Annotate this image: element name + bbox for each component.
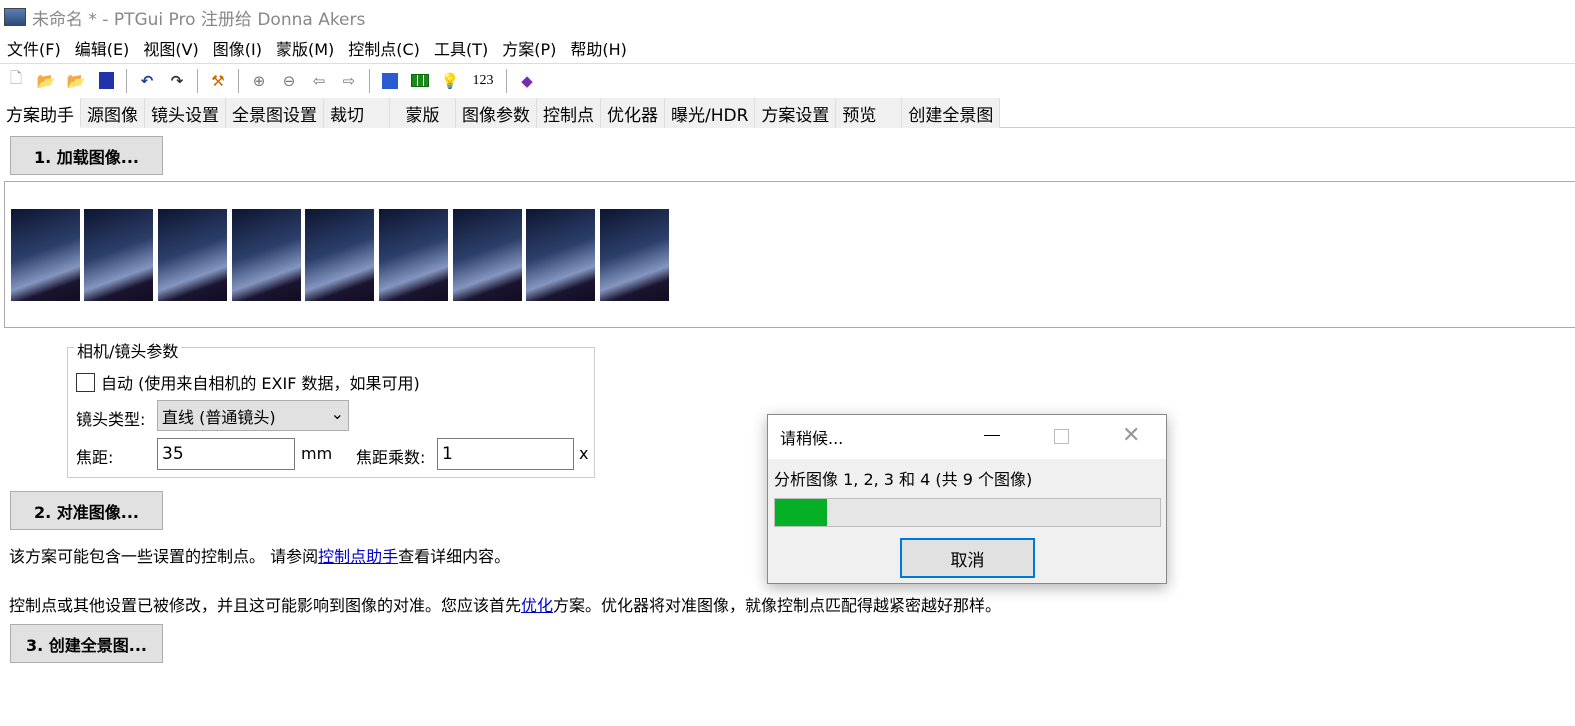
notice-text: 控制点或其他设置已被修改，并且这可能影响到图像的对准。您应该首先 xyxy=(9,596,522,615)
lens-type-value: 直线 (普通镜头) xyxy=(162,408,276,427)
image-thumbnail[interactable] xyxy=(453,209,522,301)
tab-mask[interactable]: 蒙版 xyxy=(390,98,456,128)
create-panorama-button[interactable]: 3. 创建全景图... xyxy=(10,624,163,663)
image-thumbnail[interactable] xyxy=(84,209,153,301)
tab-panorama-settings[interactable]: 全景图设置 xyxy=(226,98,324,128)
focal-length-label: 焦距: xyxy=(76,448,114,467)
app-icon xyxy=(4,8,26,26)
panorama-editor-icon[interactable] xyxy=(380,71,400,91)
tab-exposure-hdr[interactable]: 曝光/HDR xyxy=(665,98,756,128)
tab-crop[interactable]: 裁切 xyxy=(324,98,390,128)
menu-bar: 文件(F) 编辑(E) 视图(V) 图像(I) 蒙版(M) 控制点(C) 工具(… xyxy=(0,34,634,62)
image-thumbnail[interactable] xyxy=(305,209,374,301)
please-wait-dialog: 请稍候... ✕ 分析图像 1, 2, 3 和 4 (共 9 个图像) 取消 xyxy=(767,414,1167,584)
zoom-out-icon[interactable]: ⊖ xyxy=(279,71,299,91)
image-thumbnail[interactable] xyxy=(232,209,301,301)
toolbar-separator xyxy=(197,68,198,93)
arrow-left-icon[interactable]: ⇦ xyxy=(309,71,329,91)
progress-fill xyxy=(775,499,827,526)
multiplier-label: 焦距乘数: xyxy=(356,448,426,467)
tab-bar: 方案助手 源图像 镜头设置 全景图设置 裁切 蒙版 图像参数 控制点 优化器 曝… xyxy=(0,98,1575,128)
dialog-title: 请稍候... xyxy=(780,429,844,448)
menu-view[interactable]: 视图(V) xyxy=(136,36,205,60)
toolbar: 🗋 📂 📂 ↶ ↷ ⚒ ⊕ ⊖ ⇦ ⇨ 💡 123 ◆ xyxy=(0,63,1575,97)
tab-optimizer[interactable]: 优化器 xyxy=(601,98,665,128)
toolbar-separator xyxy=(369,68,370,93)
group-legend: 相机/镜头参数 xyxy=(74,338,182,362)
tab-project-settings[interactable]: 方案设置 xyxy=(755,98,837,128)
notice-text: 方案。优化器将对准图像，就像控制点匹配得越紧密越好那样。 xyxy=(553,596,1002,615)
title-bar: 未命名 * - PTGui Pro 注册给 Donna Akers xyxy=(0,0,1575,34)
maximize-icon xyxy=(1054,429,1069,444)
lens-type-select[interactable]: 直线 (普通镜头) ⌄ xyxy=(157,400,349,431)
save-icon[interactable] xyxy=(96,71,116,91)
control-points-warning: 该方案可能包含一些误置的控制点。 请参阅控制点助手查看详细内容。 xyxy=(9,543,510,567)
new-file-icon[interactable]: 🗋 xyxy=(6,69,26,91)
help-book-icon[interactable]: ◆ xyxy=(517,71,537,91)
auto-checkbox[interactable] xyxy=(76,372,95,392)
image-thumbnail[interactable] xyxy=(379,209,448,301)
progress-message: 分析图像 1, 2, 3 和 4 (共 9 个图像) xyxy=(774,470,1033,489)
table-icon[interactable] xyxy=(410,71,430,91)
menu-tools[interactable]: 工具(T) xyxy=(427,36,495,60)
progress-bar xyxy=(774,498,1161,527)
dialog-title-bar: 请稍候... ✕ xyxy=(768,415,1166,459)
multiplier-unit: x xyxy=(579,444,589,463)
chevron-down-icon: ⌄ xyxy=(330,404,344,423)
tools-icon[interactable]: ⚒ xyxy=(208,71,228,91)
multiplier-input[interactable] xyxy=(437,438,574,470)
undo-icon[interactable]: ↶ xyxy=(137,71,157,91)
image-thumbnail-strip xyxy=(4,181,1575,328)
control-point-assistant-link[interactable]: 控制点助手 xyxy=(318,547,398,566)
image-thumbnail[interactable] xyxy=(11,209,80,301)
tab-source-images[interactable]: 源图像 xyxy=(81,98,145,128)
warning-text: 该方案可能包含一些误置的控制点。 请参阅 xyxy=(9,547,319,566)
arrow-right-icon[interactable]: ⇨ xyxy=(339,71,359,91)
auto-label: 自动 (使用来自相机的 EXIF 数据，如果可用) xyxy=(101,374,420,393)
image-thumbnail[interactable] xyxy=(526,209,595,301)
menu-edit[interactable]: 编辑(E) xyxy=(68,36,137,60)
menu-mask[interactable]: 蒙版(M) xyxy=(269,36,341,60)
open-recent-icon[interactable]: 📂 xyxy=(66,71,86,91)
warning-text: 查看详细内容。 xyxy=(398,547,511,566)
menu-image[interactable]: 图像(I) xyxy=(206,36,269,60)
menu-project[interactable]: 方案(P) xyxy=(495,36,563,60)
toolbar-separator xyxy=(126,68,127,93)
tab-control-points[interactable]: 控制点 xyxy=(537,98,601,128)
tab-project-assistant[interactable]: 方案助手 xyxy=(0,98,81,128)
menu-file[interactable]: 文件(F) xyxy=(0,36,68,60)
optimize-notice: 控制点或其他设置已被修改，并且这可能影响到图像的对准。您应该首先优化方案。优化器… xyxy=(9,592,1001,616)
open-folder-icon[interactable]: 📂 xyxy=(36,71,56,91)
tab-lens-settings[interactable]: 镜头设置 xyxy=(145,98,226,128)
cancel-button[interactable]: 取消 xyxy=(900,538,1035,578)
image-thumbnail[interactable] xyxy=(158,209,227,301)
optimize-link[interactable]: 优化 xyxy=(521,596,553,615)
numbers-icon[interactable]: 123 xyxy=(470,71,496,91)
align-images-button[interactable]: 2. 对准图像... xyxy=(10,491,163,530)
tab-image-parameters[interactable]: 图像参数 xyxy=(456,98,537,128)
zoom-in-icon[interactable]: ⊕ xyxy=(249,71,269,91)
menu-control-points[interactable]: 控制点(C) xyxy=(341,36,427,60)
menu-help[interactable]: 帮助(H) xyxy=(563,36,634,60)
minimize-icon[interactable] xyxy=(984,435,1000,436)
window-title: 未命名 * - PTGui Pro 注册给 Donna Akers xyxy=(32,9,366,30)
focal-length-input[interactable] xyxy=(157,438,295,470)
image-thumbnail[interactable] xyxy=(600,209,669,301)
close-icon[interactable]: ✕ xyxy=(1122,423,1140,448)
focal-unit: mm xyxy=(301,444,333,463)
redo-icon[interactable]: ↷ xyxy=(167,71,187,91)
toolbar-separator xyxy=(506,68,507,93)
camera-lens-group: 相机/镜头参数 自动 (使用来自相机的 EXIF 数据，如果可用) 镜头类型: … xyxy=(67,338,595,478)
lightbulb-icon[interactable]: 💡 xyxy=(440,71,460,91)
lens-type-label: 镜头类型: xyxy=(76,410,146,429)
load-images-button[interactable]: 1. 加载图像... xyxy=(10,136,163,175)
tab-create-panorama[interactable]: 创建全景图 xyxy=(902,98,1001,128)
tab-preview[interactable]: 预览 xyxy=(836,98,903,128)
toolbar-separator xyxy=(238,68,239,93)
